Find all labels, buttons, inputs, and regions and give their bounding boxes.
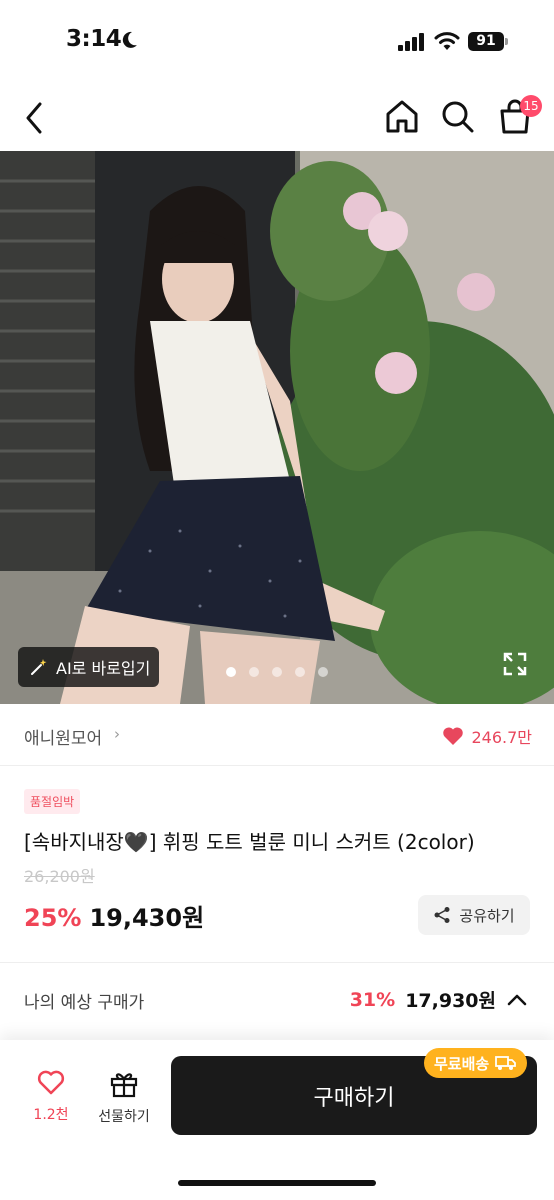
product-photo <box>0 151 554 704</box>
price-row: 25% 19,430원 <box>24 898 204 933</box>
chevron-up-icon[interactable] <box>506 993 528 1007</box>
gift-label: 선물하기 <box>98 1109 150 1125</box>
status-bar: 3:14 91 <box>0 0 554 80</box>
expected-price-label: 나의 예상 구매가 <box>24 993 145 1013</box>
wishlist-count: 1.2천 <box>33 1107 69 1123</box>
carousel-dot[interactable] <box>249 667 259 677</box>
carousel-dot[interactable] <box>272 667 282 677</box>
share-icon <box>434 907 450 923</box>
brand-likes-count: 246.7만 <box>471 728 532 747</box>
gift-button[interactable]: 선물하기 <box>94 1070 154 1126</box>
sale-price: 19,430원 <box>89 904 205 932</box>
wifi-icon <box>434 32 460 50</box>
product-image[interactable]: AI로 바로입기 <box>0 151 554 704</box>
moon-icon <box>122 31 137 48</box>
back-chevron-icon[interactable] <box>20 98 50 138</box>
expected-price: 17,930원 <box>405 990 496 1012</box>
battery-tip <box>505 38 508 45</box>
product-title: [속바지내장🖤] 휘핑 도트 벌룬 미니 스커트 (2color) <box>24 830 475 854</box>
battery-indicator: 91 <box>468 32 504 51</box>
ai-try-on-label: AI로 바로입기 <box>56 659 151 678</box>
heart-outline-icon <box>37 1070 65 1095</box>
magic-wand-icon <box>31 659 47 675</box>
expected-discount: 31% <box>349 988 396 1011</box>
status-time: 3:14 <box>66 26 122 52</box>
carousel-dot[interactable] <box>295 667 305 677</box>
ai-try-on-button[interactable]: AI로 바로입기 <box>18 647 159 687</box>
discount-rate: 25% <box>24 904 82 932</box>
wishlist-button[interactable]: 1.2천 <box>26 1070 76 1124</box>
carousel-dot[interactable] <box>226 667 236 677</box>
expected-price-value: 31% 17,930원 <box>350 986 528 1013</box>
heart-filled-icon <box>443 727 464 745</box>
carousel-dot[interactable] <box>318 667 328 677</box>
status-badge: 품절임박 <box>24 789 81 814</box>
brand-likes[interactable]: 246.7만 <box>442 724 532 748</box>
home-indicator <box>178 1180 376 1186</box>
expected-price-row[interactable]: 나의 예상 구매가 31% 17,930원 <box>0 964 554 1034</box>
home-icon[interactable] <box>384 98 420 136</box>
carousel-indicator <box>226 667 328 677</box>
search-icon[interactable] <box>440 98 476 136</box>
cart-count-badge: 15 <box>520 95 542 117</box>
signal-icon <box>398 33 424 51</box>
top-nav <box>0 90 554 148</box>
expand-icon[interactable] <box>502 651 528 677</box>
chevron-right-icon: › <box>114 725 120 743</box>
original-price: 26,200원 <box>24 867 95 886</box>
bottom-action-bar: 1.2천 선물하기 구매하기 무료배송 <box>0 1040 554 1200</box>
free-shipping-label: 무료배송 <box>434 1054 490 1073</box>
brand-row[interactable]: 애니원모어 › 246.7만 <box>0 706 554 766</box>
share-button[interactable]: 공유하기 <box>418 895 530 935</box>
brand-name[interactable]: 애니원모어 <box>24 724 102 749</box>
free-shipping-badge: 무료배송 <box>424 1048 528 1078</box>
truck-icon <box>495 1056 517 1070</box>
share-label: 공유하기 <box>459 906 515 925</box>
gift-icon <box>110 1073 138 1098</box>
divider <box>0 962 554 963</box>
